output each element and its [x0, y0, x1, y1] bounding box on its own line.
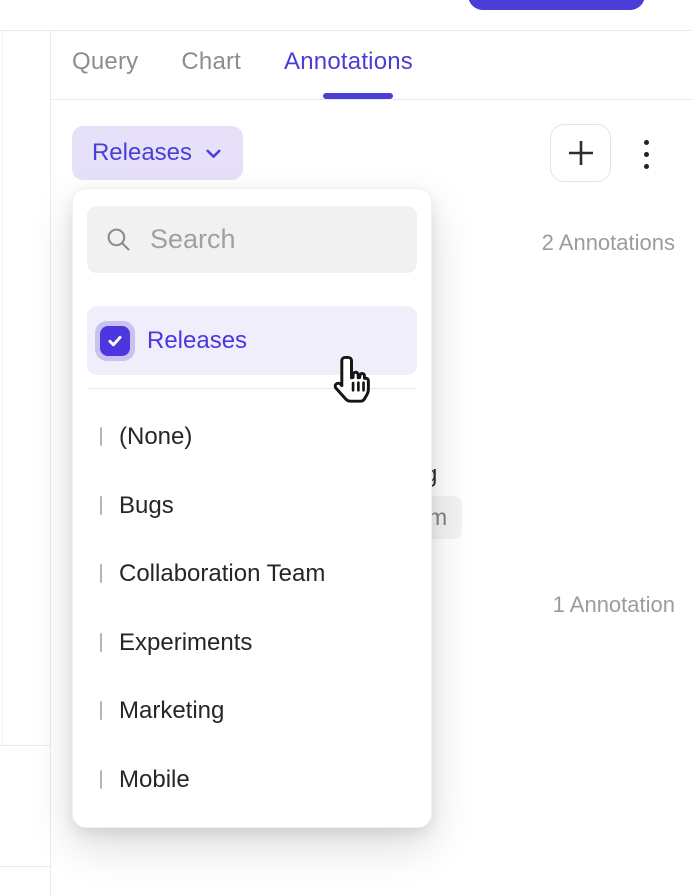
content-left-border: [50, 30, 51, 896]
unchecked-checkbox[interactable]: [100, 564, 102, 583]
option-label: Bugs: [119, 492, 174, 520]
checkbox[interactable]: [100, 428, 102, 446]
plus-icon: [565, 137, 597, 169]
dropdown-option[interactable]: Releases: [87, 306, 417, 375]
search-icon: [105, 226, 132, 253]
checkbox[interactable]: [100, 771, 102, 789]
tabs-divider: [50, 99, 692, 100]
gutter-divider: [0, 745, 50, 746]
option-label: Experiments: [119, 629, 252, 657]
gutter-divider: [0, 866, 50, 867]
option-label: Releases: [147, 327, 247, 355]
checkbox[interactable]: [95, 321, 135, 361]
option-label: Collaboration Team: [119, 560, 325, 588]
filter-button-label: Releases: [92, 139, 192, 167]
tab-chart[interactable]: Chart: [181, 48, 241, 76]
unchecked-checkbox[interactable]: [100, 701, 102, 720]
chevron-down-icon: [204, 144, 223, 163]
checkbox-focus-ring: [95, 321, 135, 361]
unchecked-checkbox[interactable]: [100, 427, 102, 446]
checkbox[interactable]: [100, 634, 102, 652]
releases-filter-dropdown-panel: Releases (None) Bugs Collaboration Team …: [72, 188, 432, 828]
search-input[interactable]: [150, 224, 399, 255]
dropdown-option[interactable]: Experiments: [73, 609, 431, 678]
checkbox[interactable]: [100, 565, 102, 583]
releases-filter-dropdown-button[interactable]: Releases: [72, 126, 243, 180]
option-label: Mobile: [119, 766, 190, 794]
primary-action-button[interactable]: [468, 0, 645, 10]
tab-query[interactable]: Query: [72, 48, 138, 76]
top-divider: [0, 30, 692, 31]
checkbox[interactable]: [100, 702, 102, 720]
annotation-group-count: 1 Annotation: [553, 592, 675, 618]
dropdown-option[interactable]: Bugs: [73, 472, 431, 541]
option-label: Marketing: [119, 697, 224, 725]
unchecked-checkbox[interactable]: [100, 770, 102, 789]
unchecked-checkbox[interactable]: [100, 496, 102, 515]
annotation-group-count: 2 Annotations: [542, 230, 675, 256]
dropdown-option[interactable]: Mobile: [73, 746, 431, 815]
more-options-button[interactable]: [633, 133, 659, 175]
check-icon: [106, 332, 124, 350]
checked-checkbox[interactable]: [100, 326, 130, 356]
kebab-icon: [644, 140, 649, 169]
dropdown-options: Releases (None) Bugs Collaboration Team …: [73, 306, 431, 814]
dropdown-search[interactable]: [87, 206, 417, 273]
dropdown-option[interactable]: (None): [73, 403, 431, 472]
dropdown-option[interactable]: Collaboration Team: [73, 540, 431, 609]
add-annotation-button[interactable]: [550, 124, 611, 182]
checkbox[interactable]: [100, 497, 102, 515]
page-left-border: [2, 30, 3, 745]
tab-annotations[interactable]: Annotations: [284, 48, 413, 76]
options-divider: [87, 388, 417, 389]
dropdown-option[interactable]: Marketing: [73, 677, 431, 746]
unchecked-checkbox[interactable]: [100, 633, 102, 652]
option-label: (None): [119, 423, 192, 451]
tab-bar: Query Chart Annotations: [72, 48, 413, 76]
